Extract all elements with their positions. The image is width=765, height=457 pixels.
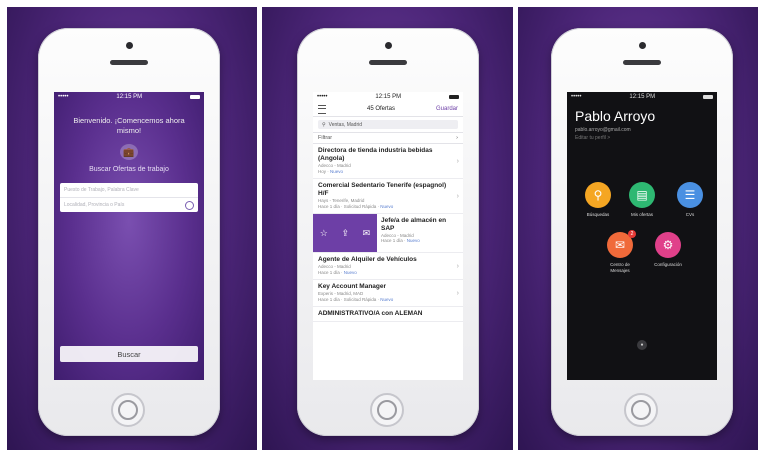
menu-label: Centro de Mensajes (610, 262, 630, 273)
briefcase-icon: 💼 (120, 144, 138, 160)
home-button[interactable] (370, 393, 404, 427)
location-input[interactable]: Localidad, Provincia o País (60, 198, 198, 212)
search-button[interactable]: Buscar (60, 346, 198, 362)
phone-results: ••••• 12:15 PM 45 Ofertas Guardar ⚲ Venta… (297, 28, 479, 436)
speaker (623, 60, 661, 65)
phone-search: ••••• 12:15 PM Bienvenido. ¡Comencemos ah… (38, 28, 220, 436)
job-item[interactable]: Comercial Sedentario Tenerife (espagnol)… (313, 179, 463, 214)
status-bar: ••••• 12:15 PM (567, 92, 717, 102)
welcome-text: Bienvenido. ¡Comencemos ahora mismo! (73, 116, 185, 135)
chevron-right-icon: › (456, 157, 459, 165)
document-icon[interactable]: ☰ (677, 182, 703, 208)
search-screen: ••••• 12:15 PM Bienvenido. ¡Comencemos ah… (54, 92, 204, 380)
speaker (110, 60, 148, 65)
chevron-right-icon: › (456, 290, 459, 298)
notification-badge: 2 (628, 230, 636, 238)
menu-label: Búsquedas (586, 212, 610, 217)
camera (385, 42, 392, 49)
filter-row[interactable]: Filtrar › (313, 132, 463, 144)
status-bar: ••••• 12:15 PM (313, 92, 463, 102)
nav-bar: 45 Ofertas Guardar (313, 102, 463, 117)
location-icon[interactable] (185, 200, 194, 210)
divider (257, 0, 262, 457)
menu-icon[interactable] (318, 104, 326, 114)
job-item[interactable]: Agente de Alquiler de Vehículos Adecco -… (313, 253, 463, 280)
swipe-actions: ☆ ⇪ ✉ (313, 214, 377, 252)
search-icon[interactable]: ⚲ (585, 182, 611, 208)
job-item[interactable]: Key Account Manager Experis - Madrid, MA… (313, 280, 463, 307)
results-title: 45 Ofertas (366, 106, 395, 112)
user-email: pablo.arroyo@gmail.com (575, 127, 631, 133)
keyword-input[interactable]: Puesto de Trabajo, Palabra Clave (60, 183, 198, 198)
lock-icon: ● (637, 340, 647, 350)
swiped-job-item[interactable]: ☆ ⇪ ✉ Jefe/a de almacén en SAP Adecco - … (313, 214, 463, 253)
menu-label: CVs (685, 212, 695, 217)
envelope-icon[interactable]: ✉ (363, 228, 371, 239)
search-query-field[interactable]: ⚲ Ventas, Madrid (318, 120, 458, 129)
results-screen: ••••• 12:15 PM 45 Ofertas Guardar ⚲ Venta… (313, 92, 463, 380)
camera (639, 42, 646, 49)
search-title: Buscar Ofertas de trabajo (89, 166, 169, 173)
share-icon[interactable]: ⇪ (341, 228, 349, 239)
camera (126, 42, 133, 49)
menu-label: Configuración (654, 262, 682, 267)
speaker (369, 60, 407, 65)
user-name: Pablo Arroyo (575, 108, 656, 124)
star-icon[interactable]: ☆ (320, 228, 328, 239)
chevron-right-icon: › (456, 263, 459, 271)
home-button[interactable] (624, 393, 658, 427)
menu-screen: ••••• 12:15 PM Pablo Arroyo pablo.arroyo@… (567, 92, 717, 380)
menu-label: Mis ofertas (630, 212, 653, 217)
search-icon: ⚲ (322, 121, 326, 128)
job-item[interactable]: Directora de tienda industria bebidas (A… (313, 144, 463, 179)
gear-icon[interactable]: ⚙ (655, 232, 681, 258)
phone-menu: ••••• 12:15 PM Pablo Arroyo pablo.arroyo@… (551, 28, 733, 436)
save-button[interactable]: Guardar (436, 106, 458, 112)
chevron-right-icon: › (456, 135, 458, 141)
chevron-right-icon: › (456, 192, 459, 200)
job-item[interactable]: ADMINISTRATIVO/A con ALEMAN (313, 307, 463, 322)
briefcase-icon[interactable]: ▤ (629, 182, 655, 208)
edit-profile-link[interactable]: Editar tu perfil > (575, 135, 709, 141)
divider (513, 0, 518, 457)
search-form: Puesto de Trabajo, Palabra Clave Localid… (60, 183, 198, 212)
home-button[interactable] (111, 393, 145, 427)
status-bar: ••••• 12:15 PM (54, 92, 204, 102)
